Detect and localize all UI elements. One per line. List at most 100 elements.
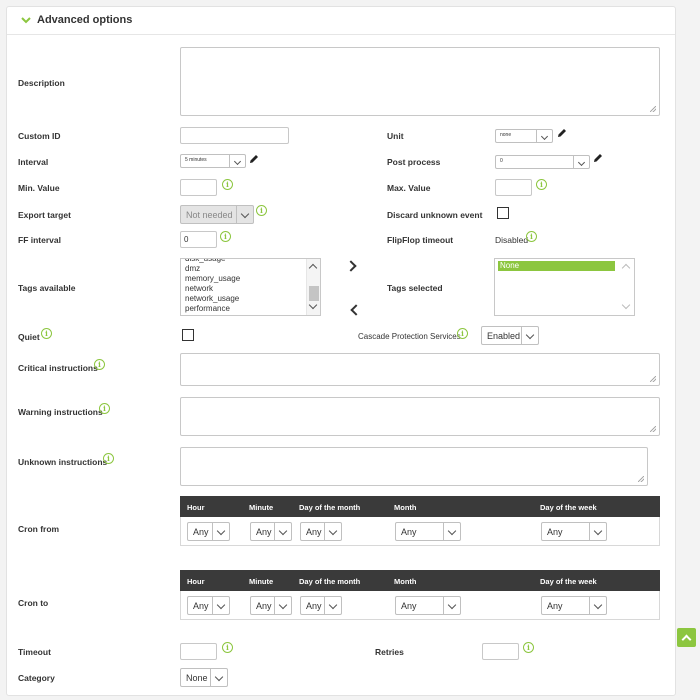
- resize-handle-icon[interactable]: [650, 426, 656, 432]
- tags-selected-list[interactable]: None: [494, 258, 635, 316]
- chevron-down-icon: [210, 669, 227, 686]
- quiet-checkbox[interactable]: [182, 329, 194, 341]
- info-icon[interactable]: i: [222, 642, 233, 653]
- category-select[interactable]: None: [180, 668, 228, 687]
- info-icon[interactable]: i: [222, 179, 233, 190]
- cron-from-month-select[interactable]: Any: [395, 522, 461, 541]
- cron-to-minute-value: Any: [256, 601, 272, 611]
- ff-interval-label: FF interval: [18, 235, 61, 245]
- list-item[interactable]: network: [181, 284, 320, 294]
- day-of-week-header: Day of the week: [540, 577, 597, 586]
- interval-value: 5 minutes: [185, 157, 207, 163]
- min-value-label: Min. Value: [18, 183, 60, 193]
- flipflop-timeout-label: FlipFlop timeout: [387, 235, 454, 245]
- cron-from-dow-select[interactable]: Any: [541, 522, 607, 541]
- info-icon[interactable]: i: [41, 328, 52, 339]
- info-icon[interactable]: i: [99, 403, 110, 414]
- ff-interval-input[interactable]: 0: [180, 231, 217, 248]
- warning-textarea[interactable]: [180, 397, 660, 436]
- cascade-select[interactable]: Enabled: [481, 326, 539, 345]
- scroll-down-icon[interactable]: [308, 300, 318, 310]
- cron-to-row: Any Any Any Any Any: [180, 591, 660, 620]
- cron-from-row: Any Any Any Any Any: [180, 517, 660, 546]
- chevron-down-icon: [324, 597, 341, 614]
- cron-to-month-value: Any: [401, 601, 417, 611]
- list-item[interactable]: network_usage: [181, 294, 320, 304]
- retries-input[interactable]: [482, 643, 519, 660]
- resize-handle-icon[interactable]: [638, 476, 644, 482]
- interval-select[interactable]: 5 minutes: [180, 154, 246, 168]
- pencil-icon[interactable]: [592, 152, 604, 164]
- info-icon[interactable]: i: [523, 642, 534, 653]
- unit-select[interactable]: none: [495, 129, 553, 143]
- day-of-month-header: Day of the month: [299, 577, 361, 586]
- pencil-icon[interactable]: [556, 127, 568, 139]
- custom-id-input[interactable]: [180, 127, 289, 144]
- unit-value: none: [500, 132, 512, 138]
- min-value-input[interactable]: [180, 179, 217, 196]
- cron-from-hour-select[interactable]: Any: [187, 522, 230, 541]
- export-target-select[interactable]: Not needed: [180, 205, 254, 224]
- chevron-down-icon[interactable]: [21, 15, 31, 25]
- list-item[interactable]: performance: [181, 304, 320, 314]
- scroll-up-icon[interactable]: [308, 263, 318, 273]
- chevron-down-icon: [443, 523, 460, 540]
- cron-from-dom-select[interactable]: Any: [300, 522, 342, 541]
- info-icon[interactable]: i: [103, 453, 114, 464]
- info-icon[interactable]: i: [220, 231, 231, 242]
- chevron-down-icon: [521, 327, 538, 344]
- resize-handle-icon[interactable]: [650, 376, 656, 382]
- hour-header: Hour: [187, 577, 205, 586]
- resize-handle-icon[interactable]: [650, 106, 656, 112]
- cron-to-dow-select[interactable]: Any: [541, 596, 607, 615]
- export-target-label: Export target: [18, 210, 71, 220]
- cron-to-dom-select[interactable]: Any: [300, 596, 342, 615]
- list-item[interactable]: None: [498, 261, 615, 271]
- timeout-input[interactable]: [180, 643, 217, 660]
- info-icon[interactable]: i: [94, 359, 105, 370]
- scroll-up-icon[interactable]: [621, 263, 631, 273]
- tags-available-list[interactable]: disk_usage dmz memory_usage network netw…: [180, 258, 321, 316]
- info-icon[interactable]: i: [526, 231, 537, 242]
- cron-to-hour-select[interactable]: Any: [187, 596, 230, 615]
- hour-header: Hour: [187, 503, 205, 512]
- unknown-textarea[interactable]: [180, 447, 648, 486]
- cron-to-month-select[interactable]: Any: [395, 596, 461, 615]
- export-target-value: Not needed: [186, 210, 233, 220]
- pencil-icon[interactable]: [248, 153, 260, 165]
- chevron-down-icon: [443, 597, 460, 614]
- cron-from-minute-select[interactable]: Any: [250, 522, 292, 541]
- scroll-to-top-button[interactable]: [677, 628, 696, 647]
- day-of-month-header: Day of the month: [299, 503, 361, 512]
- chevron-down-icon: [573, 156, 589, 168]
- scrollbar-thumb[interactable]: [309, 286, 319, 301]
- chevron-down-icon: [229, 155, 245, 167]
- chevron-down-icon: [274, 523, 291, 540]
- list-item[interactable]: memory_usage: [181, 274, 320, 284]
- max-value-input[interactable]: [495, 179, 532, 196]
- cron-to-minute-select[interactable]: Any: [250, 596, 292, 615]
- chevron-down-icon: [236, 206, 253, 223]
- cron-from-header: Hour Minute Day of the month Month Day o…: [180, 496, 660, 517]
- description-label: Description: [18, 78, 65, 88]
- cron-to-header: Hour Minute Day of the month Month Day o…: [180, 570, 660, 591]
- info-icon[interactable]: i: [457, 328, 468, 339]
- cron-to-label: Cron to: [18, 598, 49, 608]
- cron-from-month-value: Any: [401, 527, 417, 537]
- critical-textarea[interactable]: [180, 353, 660, 386]
- discard-unknown-label: Discard unknown event: [387, 210, 483, 220]
- retries-label: Retries: [375, 647, 404, 657]
- discard-unknown-checkbox[interactable]: [497, 207, 509, 219]
- info-icon[interactable]: i: [256, 205, 267, 216]
- list-item[interactable]: dmz: [181, 264, 320, 274]
- scroll-down-icon[interactable]: [621, 300, 631, 310]
- tags-available-scrollbar[interactable]: [306, 259, 320, 315]
- chevron-down-icon: [274, 597, 291, 614]
- tags-selected-scrollbar[interactable]: [620, 259, 634, 315]
- day-of-week-header: Day of the week: [540, 503, 597, 512]
- advanced-options-header[interactable]: Advanced options: [7, 7, 675, 35]
- post-process-select[interactable]: 0: [495, 155, 590, 169]
- description-textarea[interactable]: [180, 47, 660, 116]
- critical-label: Critical instructions: [18, 363, 98, 373]
- info-icon[interactable]: i: [536, 179, 547, 190]
